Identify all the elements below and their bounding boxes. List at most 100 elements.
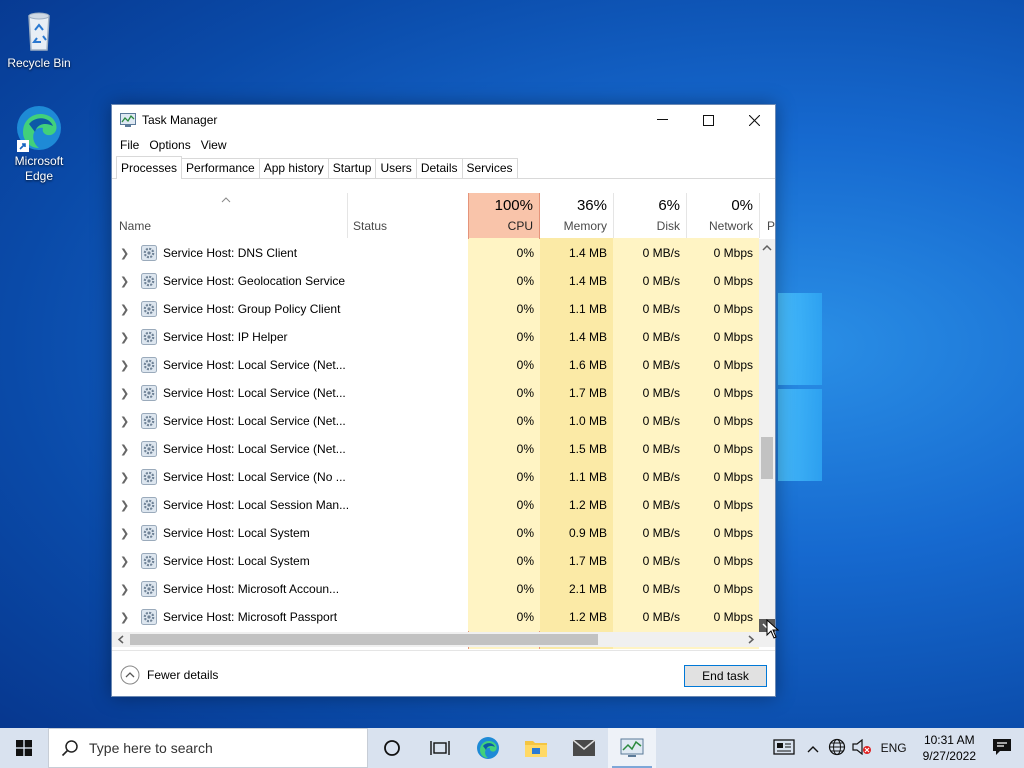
scroll-right-arrow-icon[interactable] (744, 632, 758, 647)
table-row[interactable]: ❯ Service Host: Local Service (Net... 0% 1.… (112, 351, 762, 379)
disk-cell: 0 MB/s (613, 295, 686, 323)
expand-chevron-icon[interactable]: ❯ (120, 499, 129, 512)
table-row[interactable]: ❯ Service Host: Local Service (Net... 0% 1.… (112, 379, 762, 407)
column-header-memory[interactable]: 36% Memory (540, 193, 613, 238)
column-header-name[interactable]: Name (112, 193, 347, 238)
tab-users[interactable]: Users (375, 158, 417, 178)
tab-services[interactable]: Services (461, 158, 518, 178)
network-cell: 0 Mbps (686, 379, 759, 407)
minimize-button[interactable] (639, 105, 685, 135)
taskbar-task-manager-button[interactable] (608, 728, 656, 768)
table-row[interactable]: ❯ Service Host: Geolocation Service 0% 1.4 … (112, 267, 762, 295)
table-row[interactable]: ❯ Service Host: DNS Client 0% 1.4 MB 0 MB/s 0… (112, 239, 762, 267)
horizontal-scrollbar[interactable] (112, 632, 775, 647)
task-view-icon (430, 741, 450, 755)
vertical-scroll-thumb[interactable] (761, 437, 773, 479)
memory-cell: 1.4 MB (540, 239, 613, 267)
end-task-button[interactable]: End task (684, 665, 767, 687)
close-icon (748, 114, 760, 126)
fewer-details-label: Fewer details (147, 668, 219, 682)
expand-chevron-icon[interactable]: ❯ (120, 611, 129, 624)
scroll-up-arrow-icon[interactable] (759, 241, 775, 255)
tab-app-history[interactable]: App history (258, 158, 329, 178)
title-bar[interactable]: Task Manager (112, 105, 775, 135)
fewer-details-toggle[interactable]: Fewer details (120, 665, 218, 685)
table-row[interactable]: ❯ Service Host: Local System 0% 0.9 MB 0 MB/… (112, 519, 762, 547)
gear-icon (141, 385, 157, 401)
clock[interactable]: 10:31 AM 9/27/2022 (913, 732, 986, 764)
expand-chevron-icon[interactable]: ❯ (120, 471, 129, 484)
tab-details[interactable]: Details (415, 158, 463, 178)
cpu-cell: 0% (468, 435, 540, 463)
notifications-button[interactable] (986, 738, 1024, 759)
menu-options[interactable]: Options (144, 138, 195, 152)
taskbar-edge-button[interactable] (464, 728, 512, 768)
gear-icon (141, 329, 157, 345)
table-row[interactable]: ❯ Service Host: Microsoft Passport 0% 1.2 M… (112, 603, 762, 631)
column-label-cpu: CPU (507, 219, 533, 233)
expand-chevron-icon[interactable]: ❯ (120, 443, 129, 456)
memory-cell: 1.0 MB (540, 407, 613, 435)
column-header-power-partial[interactable]: P (760, 193, 775, 238)
gear-icon (141, 273, 157, 289)
process-name: Service Host: Local Service (Net... (163, 358, 346, 372)
network-status-button[interactable] (825, 738, 849, 759)
taskbar-mail-button[interactable] (560, 728, 608, 768)
expand-chevron-icon[interactable]: ❯ (120, 527, 129, 540)
tab-performance[interactable]: Performance (181, 158, 260, 178)
horizontal-scroll-thumb[interactable] (130, 634, 598, 645)
column-header-disk[interactable]: 6% Disk (614, 193, 686, 238)
show-hidden-icons-button[interactable] (801, 741, 825, 756)
expand-chevron-icon[interactable]: ❯ (120, 303, 129, 316)
expand-chevron-icon[interactable]: ❯ (120, 275, 129, 288)
table-row[interactable]: ❯ Service Host: Local System 0% 1.7 MB 0 MB/… (112, 547, 762, 575)
taskbar-file-explorer-button[interactable] (512, 728, 560, 768)
expand-chevron-icon[interactable]: ❯ (120, 359, 129, 372)
table-row[interactable]: ❯ Service Host: IP Helper 0% 1.4 MB 0 MB/s 0 … (112, 323, 762, 351)
memory-cell: 0.9 MB (540, 519, 613, 547)
table-row[interactable]: ❯ Service Host: Local Service (Net... 0% 1.… (112, 435, 762, 463)
gear-icon (141, 469, 157, 485)
start-button[interactable] (0, 728, 48, 768)
expand-chevron-icon[interactable]: ❯ (120, 583, 129, 596)
input-language-indicator[interactable]: ENG (875, 741, 913, 755)
disk-cell: 0 MB/s (613, 351, 686, 379)
table-row[interactable]: ❯ Service Host: Group Policy Client 0% 1.1 … (112, 295, 762, 323)
gear-icon (141, 525, 157, 541)
network-cell: 0 Mbps (686, 519, 759, 547)
task-view-button[interactable] (416, 728, 464, 768)
menu-file[interactable]: File (115, 138, 144, 152)
close-button[interactable] (731, 105, 777, 135)
expand-chevron-icon[interactable]: ❯ (120, 555, 129, 568)
table-row[interactable]: ❯ Service Host: Local Service (Net... 0% 1.… (112, 407, 762, 435)
cortana-button[interactable] (368, 728, 416, 768)
expand-chevron-icon[interactable]: ❯ (120, 247, 129, 260)
tab-startup[interactable]: Startup (327, 158, 377, 178)
table-row[interactable]: ❯ Service Host: Local Session Man... 0% 1.2… (112, 491, 762, 519)
desktop-icon-recycle-bin[interactable]: Recycle Bin (1, 6, 77, 71)
column-header-status[interactable]: Status (348, 193, 468, 238)
menu-view[interactable]: View (196, 138, 232, 152)
disk-cell: 0 MB/s (613, 267, 686, 295)
expand-chevron-icon[interactable]: ❯ (120, 415, 129, 428)
desktop-icon-edge[interactable]: Microsoft Edge (1, 104, 77, 184)
expand-chevron-icon[interactable]: ❯ (120, 387, 129, 400)
system-tray: ENG 10:31 AM 9/27/2022 (767, 728, 1024, 768)
process-name: Service Host: Microsoft Accoun... (163, 582, 340, 596)
table-row[interactable]: ❯ Service Host: Microsoft Accoun... 0% 2.1 … (112, 575, 762, 603)
process-name: Service Host: Local Service (Net... (163, 442, 346, 456)
vertical-scrollbar[interactable] (759, 239, 775, 633)
volume-button[interactable] (849, 738, 875, 758)
file-explorer-icon (525, 741, 547, 757)
maximize-button[interactable] (685, 105, 731, 135)
expand-chevron-icon[interactable]: ❯ (120, 331, 129, 344)
column-header-cpu[interactable]: 100% CPU (468, 193, 540, 238)
memory-cell: 1.5 MB (540, 435, 613, 463)
edge-icon (15, 104, 63, 152)
column-header-network[interactable]: 0% Network (687, 193, 759, 238)
scroll-left-arrow-icon[interactable] (114, 632, 128, 647)
table-row[interactable]: ❯ Service Host: Local Service (No ... 0% 1.… (112, 463, 762, 491)
taskbar-search-box[interactable]: Type here to search (48, 728, 368, 768)
tab-processes[interactable]: Processes (116, 156, 183, 179)
news-widget-button[interactable] (767, 738, 801, 758)
